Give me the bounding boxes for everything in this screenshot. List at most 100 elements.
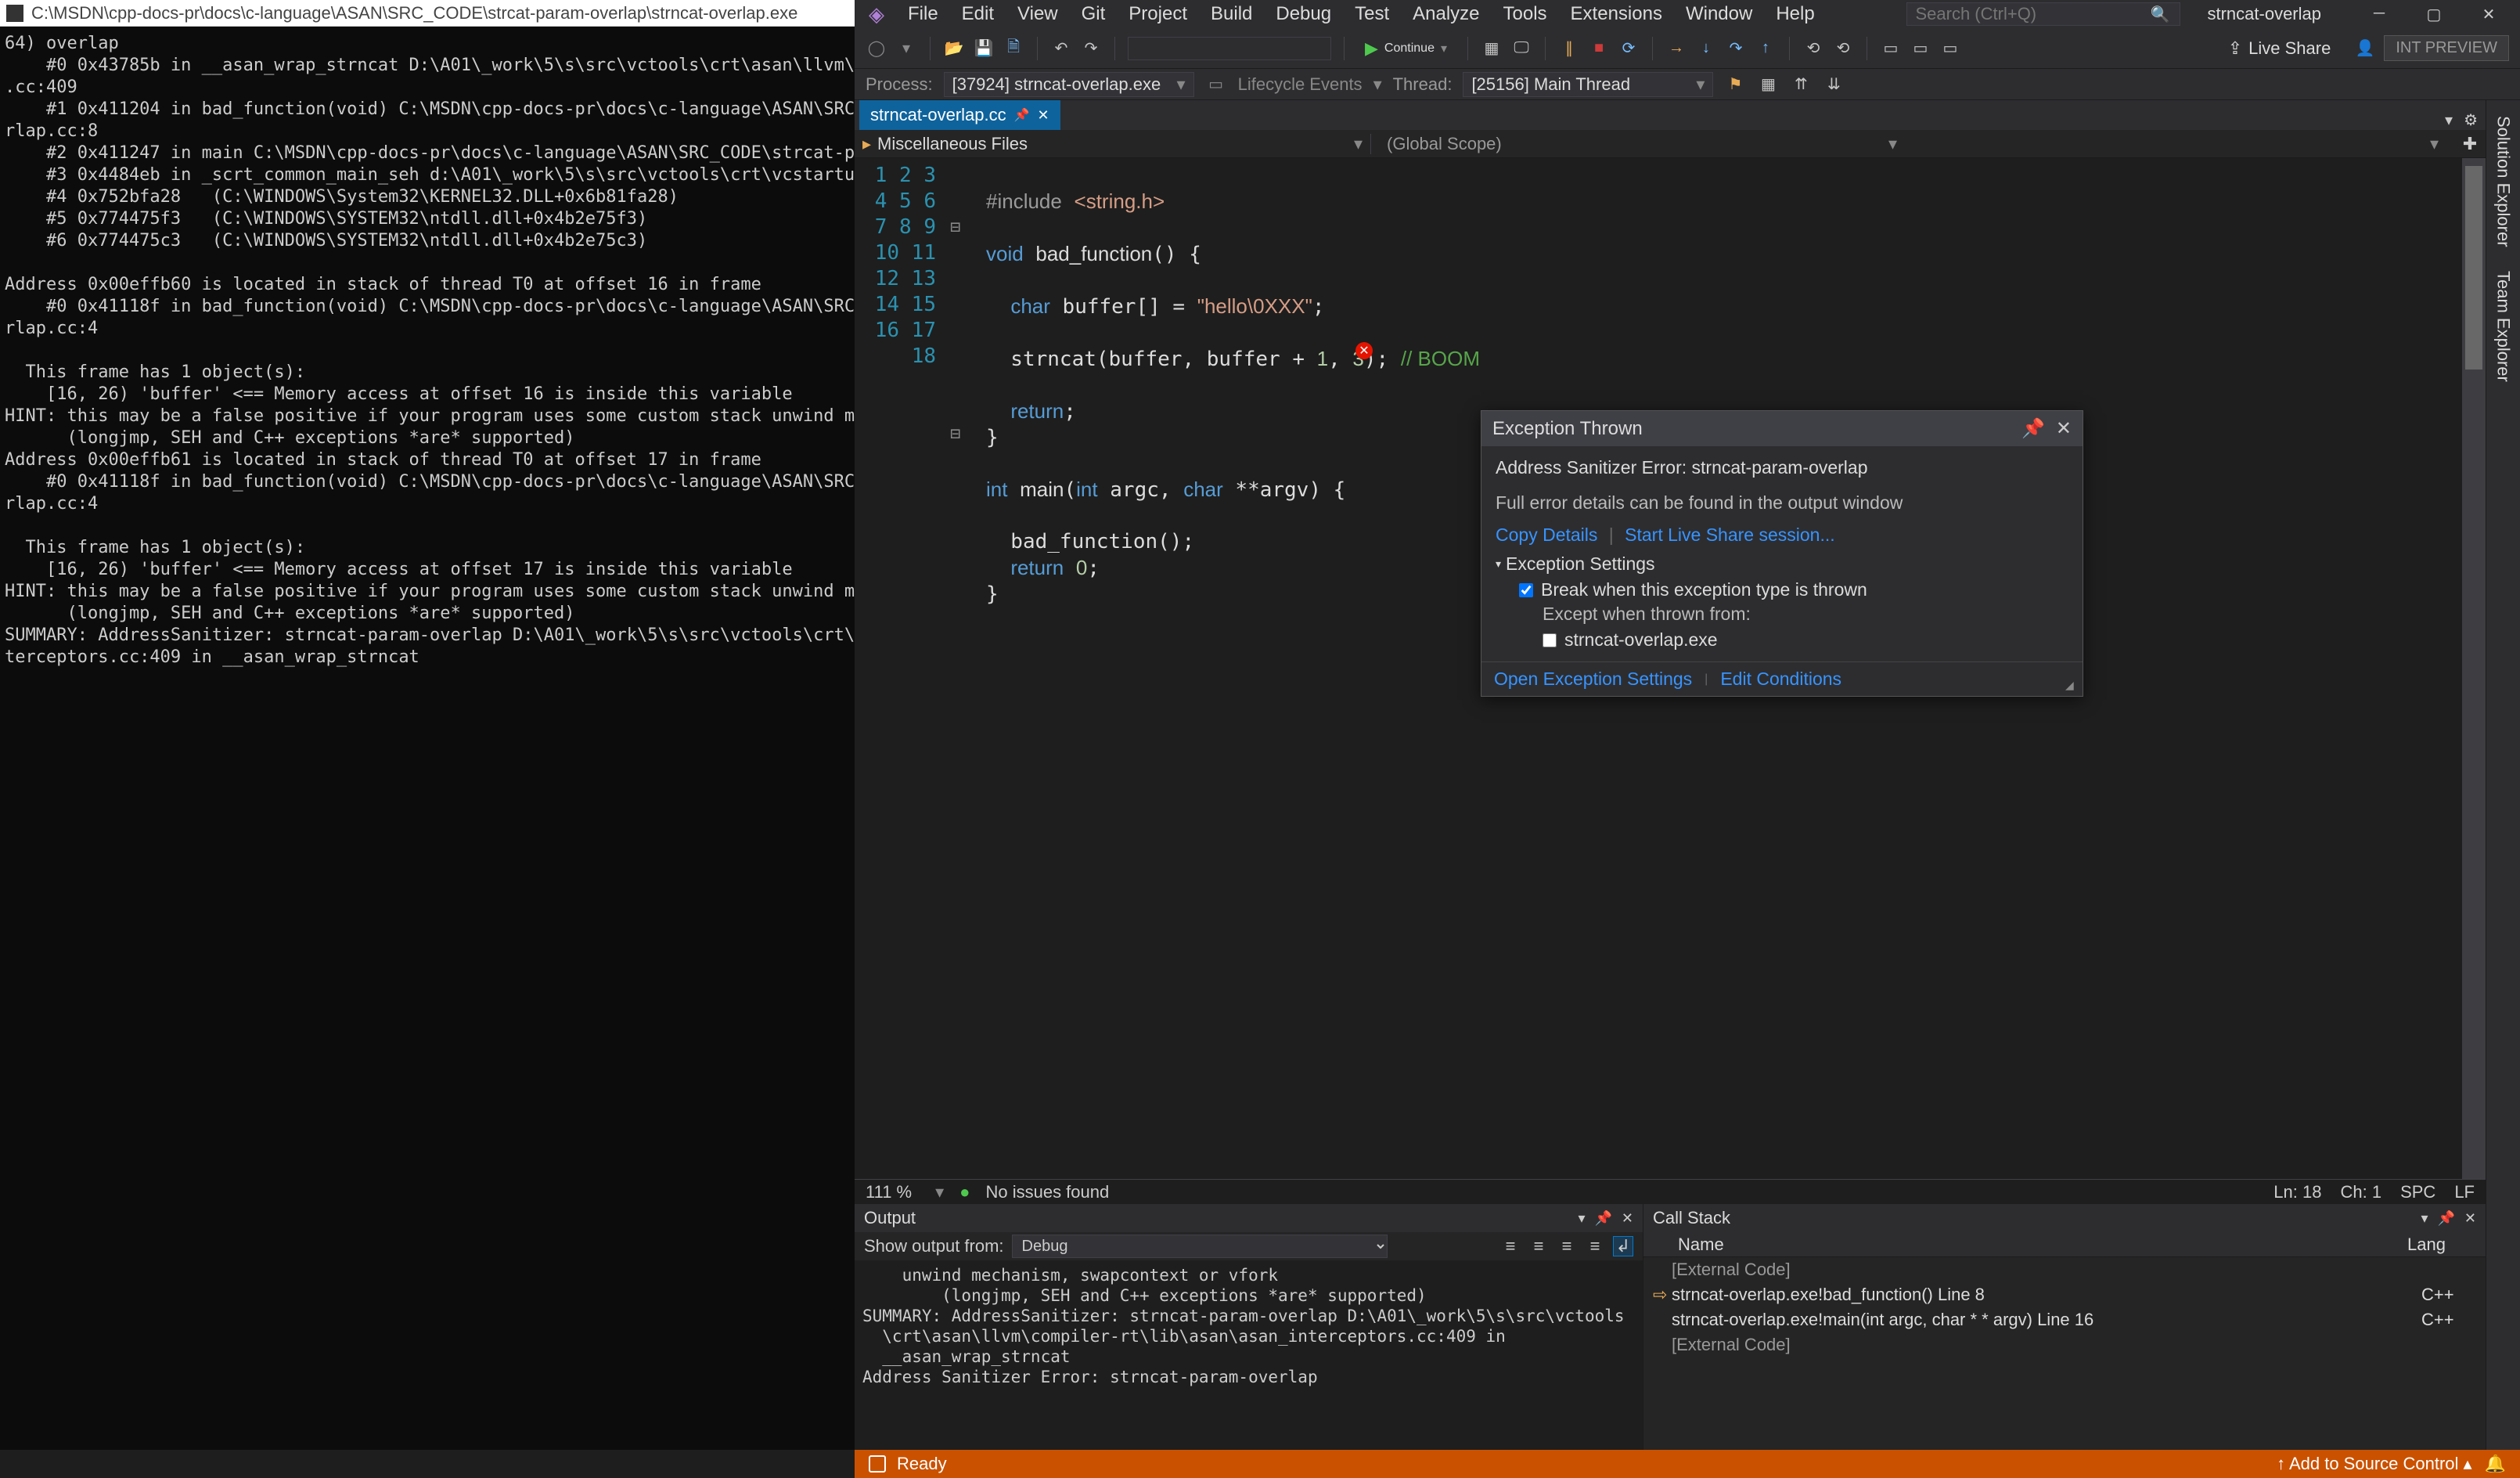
tab-close-icon[interactable]: ✕ (1038, 107, 1049, 124)
step-over-icon[interactable]: ↷ (1725, 38, 1747, 59)
menu-view[interactable]: View (1006, 0, 1069, 28)
output-text[interactable]: unwind mechanism, swapcontext or vfork (… (855, 1260, 1643, 1450)
menu-window[interactable]: Window (1675, 0, 1763, 28)
char-indicator[interactable]: Ch: 1 (2340, 1182, 2381, 1202)
menu-build[interactable]: Build (1200, 0, 1263, 28)
stack-frame-icon[interactable]: ▦ (1757, 74, 1779, 96)
nav-fwd-icon[interactable]: ▾ (895, 38, 917, 59)
process-dropdown[interactable]: [37924] strncat-overlap.exe ▾ (944, 72, 1194, 97)
team-explorer-tab[interactable]: Team Explorer (2493, 271, 2514, 382)
thread-dropdown[interactable]: [25156] Main Thread ▾ (1463, 72, 1713, 97)
feedback-icon[interactable]: 👤 (2354, 38, 2376, 59)
line-indicator[interactable]: Ln: 18 (2273, 1182, 2321, 1202)
tab-settings-icon[interactable]: ⚙ (2464, 110, 2478, 130)
output-btn3[interactable]: ≡ (1557, 1236, 1577, 1256)
tb-extra2-icon[interactable]: ⟲ (1832, 38, 1854, 59)
search-box[interactable]: 🔍 (1906, 2, 2180, 26)
issues-label[interactable]: No issues found (985, 1182, 1109, 1202)
scope-project-dropdown[interactable]: ▸ Miscellaneous Files ▾ (855, 134, 1371, 154)
indent-indicator[interactable]: SPC (2400, 1182, 2435, 1202)
maximize-button[interactable]: ▢ (2418, 5, 2450, 24)
panel-close-icon[interactable]: ✕ (1622, 1210, 1633, 1227)
output-header[interactable]: Output ▾ 📌 ✕ (855, 1204, 1643, 1232)
show-next-icon[interactable]: → (1665, 38, 1687, 59)
console-output[interactable]: 64) overlap #0 0x43785b in __asan_wrap_s… (0, 27, 855, 1450)
debug-frame-icon[interactable]: 🖵 (1510, 38, 1532, 59)
redo-icon[interactable]: ↷ (1080, 38, 1102, 59)
menu-extensions[interactable]: Extensions (1560, 0, 1673, 28)
tb-extra3-icon[interactable]: ▭ (1880, 38, 1902, 59)
console-titlebar[interactable]: C:\MSDN\cpp-docs-pr\docs\c-language\ASAN… (0, 0, 855, 27)
menu-project[interactable]: Project (1118, 0, 1198, 28)
output-btn2[interactable]: ≡ (1528, 1236, 1549, 1256)
config-dropdown[interactable] (1128, 37, 1331, 60)
callstack-row[interactable]: strncat-overlap.exe!main(int argc, char … (1643, 1307, 2486, 1332)
split-editor-icon[interactable]: ✚ (2454, 134, 2486, 154)
solution-explorer-tab[interactable]: Solution Explorer (2493, 116, 2514, 247)
lifecycle-icon[interactable]: ▭ (1205, 74, 1227, 96)
exception-settings-expander[interactable]: ▾ Exception Settings (1496, 553, 2068, 575)
menu-file[interactable]: File (897, 0, 949, 28)
save-all-icon[interactable]: 🗎 (1003, 38, 1024, 59)
menu-git[interactable]: Git (1071, 0, 1117, 28)
debug-stop-icon[interactable]: ■ (1588, 38, 1610, 59)
callstack-row[interactable]: [External Code] (1643, 1332, 2486, 1357)
menu-analyze[interactable]: Analyze (1402, 0, 1490, 28)
error-glyph-icon[interactable]: ✕ (1355, 342, 1373, 359)
search-icon[interactable]: 🔍 (2150, 5, 2169, 24)
panel-dropdown-icon[interactable]: ▾ (1578, 1210, 1585, 1227)
collapse-column[interactable]: ⊟ ⊟ (950, 158, 970, 1179)
panel-pin-icon[interactable]: 📌 (2437, 1210, 2454, 1227)
stack-up-icon[interactable]: ⇈ (1790, 74, 1812, 96)
resize-grip-icon[interactable]: ◢ (2065, 679, 2078, 691)
callstack-row[interactable]: ⇨ strncat-overlap.exe!bad_function() Lin… (1643, 1282, 2486, 1307)
callstack-columns[interactable]: Name Lang (1643, 1232, 2486, 1257)
callstack-rows[interactable]: [External Code] ⇨ strncat-overlap.exe!ba… (1643, 1257, 2486, 1450)
lifecycle-label[interactable]: Lifecycle Events (1238, 74, 1363, 95)
source-control-button[interactable]: ↑ Add to Source Control ▴ (2277, 1454, 2472, 1474)
pin-icon[interactable]: 📌 (1014, 107, 1030, 123)
tb-extra1-icon[interactable]: ⟲ (1802, 38, 1824, 59)
panel-close-icon[interactable]: ✕ (2464, 1210, 2476, 1227)
step-into-icon[interactable]: ↓ (1695, 38, 1717, 59)
editor-scrollbar[interactable] (2462, 158, 2486, 1179)
edit-conditions-link[interactable]: Edit Conditions (1720, 669, 1841, 690)
scope-global-dropdown[interactable]: (Global Scope) ▾ (1371, 134, 1913, 154)
start-liveshare-link[interactable]: Start Live Share session... (1625, 525, 1834, 545)
callstack-row[interactable]: [External Code] (1643, 1257, 2486, 1282)
live-share-button[interactable]: ⇪ Live Share (2228, 38, 2331, 59)
tab-dropdown-icon[interactable]: ▾ (2445, 110, 2453, 130)
search-input[interactable] (1915, 4, 2150, 24)
panel-pin-icon[interactable]: 📌 (1594, 1210, 1611, 1227)
menu-help[interactable]: Help (1765, 0, 1825, 28)
tb-extra5-icon[interactable]: ▭ (1939, 38, 1961, 59)
notifications-icon[interactable]: 🔔 (2485, 1454, 2506, 1474)
pin-icon[interactable]: 📌 (2021, 417, 2045, 440)
close-button[interactable]: ✕ (2473, 5, 2504, 24)
output-wrap-button[interactable]: ↲ (1613, 1236, 1633, 1256)
stack-down-icon[interactable]: ⇊ (1823, 74, 1845, 96)
code-editor[interactable]: 1 2 3 4 5 6 7 8 9 10 11 12 13 14 15 16 1… (855, 158, 2486, 1179)
break-checkbox[interactable] (1519, 583, 1533, 597)
debug-restart-icon[interactable]: ⟳ (1618, 38, 1640, 59)
menu-test[interactable]: Test (1344, 0, 1400, 28)
open-exception-settings-link[interactable]: Open Exception Settings (1494, 669, 1692, 690)
output-btn4[interactable]: ≡ (1585, 1236, 1605, 1256)
zoom-level[interactable]: 111 % (866, 1182, 912, 1202)
statusbar-icon[interactable] (869, 1455, 886, 1473)
callstack-header[interactable]: Call Stack ▾ 📌 ✕ (1643, 1204, 2486, 1232)
menu-tools[interactable]: Tools (1492, 0, 1558, 28)
exception-header[interactable]: Exception Thrown 📌 ✕ (1481, 411, 2083, 446)
debug-pause-icon[interactable]: ∥ (1558, 38, 1580, 59)
undo-icon[interactable]: ↶ (1050, 38, 1072, 59)
eol-indicator[interactable]: LF (2454, 1182, 2475, 1202)
scope-member-dropdown[interactable]: ▾ (1913, 134, 2454, 154)
except-exe-checkbox[interactable] (1543, 633, 1557, 647)
menu-edit[interactable]: Edit (951, 0, 1005, 28)
continue-button[interactable]: ▶ Continue ▾ (1357, 37, 1455, 60)
minimize-button[interactable]: ─ (2363, 5, 2395, 24)
debug-next-icon[interactable]: ▦ (1481, 38, 1503, 59)
output-source-dropdown[interactable]: Debug (1012, 1235, 1388, 1258)
panel-dropdown-icon[interactable]: ▾ (2421, 1210, 2428, 1227)
file-tab[interactable]: strncat-overlap.cc 📌 ✕ (859, 100, 1060, 130)
